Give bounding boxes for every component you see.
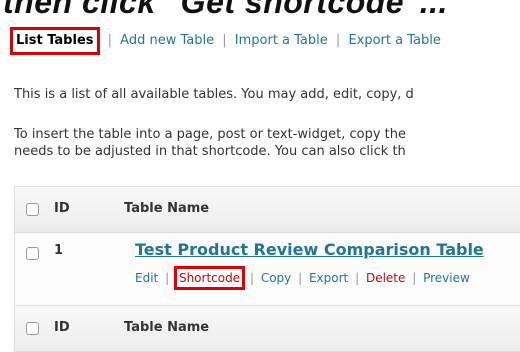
nav-import-table[interactable]: Import a Table xyxy=(235,33,328,48)
action-separator: | xyxy=(298,271,303,285)
select-all-checkbox-footer[interactable] xyxy=(26,322,39,335)
table-header-row: ID Table Name xyxy=(14,187,520,233)
row-actions: Edit | Shortcode | Copy | Export | Delet… xyxy=(135,266,470,290)
nav-separator: | xyxy=(222,33,227,48)
row-action-preview[interactable]: Preview xyxy=(423,271,470,285)
row-action-copy[interactable]: Copy xyxy=(261,271,291,285)
subsubsub-nav: List Tables | Add new Table | Import a T… xyxy=(10,27,441,55)
insert-instructions-paragraph: To insert the table into a page, post or… xyxy=(14,126,406,160)
nav-add-new-table[interactable]: Add new Table xyxy=(120,33,214,48)
row-action-edit[interactable]: Edit xyxy=(135,271,158,285)
table-row: 1 Test Product Review Comparison Table E… xyxy=(14,233,520,305)
shortcode-highlight: Shortcode xyxy=(173,266,246,290)
action-separator: | xyxy=(165,271,170,285)
row-id: 1 xyxy=(54,243,64,258)
row-action-export[interactable]: Export xyxy=(309,271,348,285)
nav-list-tables[interactable]: List Tables xyxy=(10,27,100,55)
column-footer-name[interactable]: Table Name xyxy=(124,320,209,335)
column-header-id[interactable]: ID xyxy=(54,201,70,216)
table-footer-row: ID Table Name xyxy=(14,305,520,351)
row-table-name-link[interactable]: Test Product Review Comparison Table xyxy=(135,240,484,259)
column-header-name[interactable]: Table Name xyxy=(124,201,209,216)
row-action-delete[interactable]: Delete xyxy=(366,271,405,285)
intro-paragraph: This is a list of all available tables. … xyxy=(14,87,414,102)
nav-export-table[interactable]: Export a Table xyxy=(348,33,440,48)
row-checkbox[interactable] xyxy=(26,247,39,260)
select-all-checkbox[interactable] xyxy=(26,203,39,216)
row-action-shortcode[interactable]: Shortcode xyxy=(179,271,240,285)
nav-separator: | xyxy=(335,33,341,48)
insert-instructions-line-2: needs to be adjusted in that shortcode. … xyxy=(14,144,406,159)
action-separator: | xyxy=(412,271,417,285)
nav-separator: | xyxy=(107,33,113,48)
action-separator: | xyxy=(355,271,360,285)
instruction-caption: then click "Get shortcode"... xyxy=(3,0,448,20)
tables-list: ID Table Name 1 Test Product Review Comp… xyxy=(14,186,520,352)
column-footer-id[interactable]: ID xyxy=(54,320,70,335)
insert-instructions-line-1: To insert the table into a page, post or… xyxy=(14,127,407,142)
action-separator: | xyxy=(249,271,254,285)
